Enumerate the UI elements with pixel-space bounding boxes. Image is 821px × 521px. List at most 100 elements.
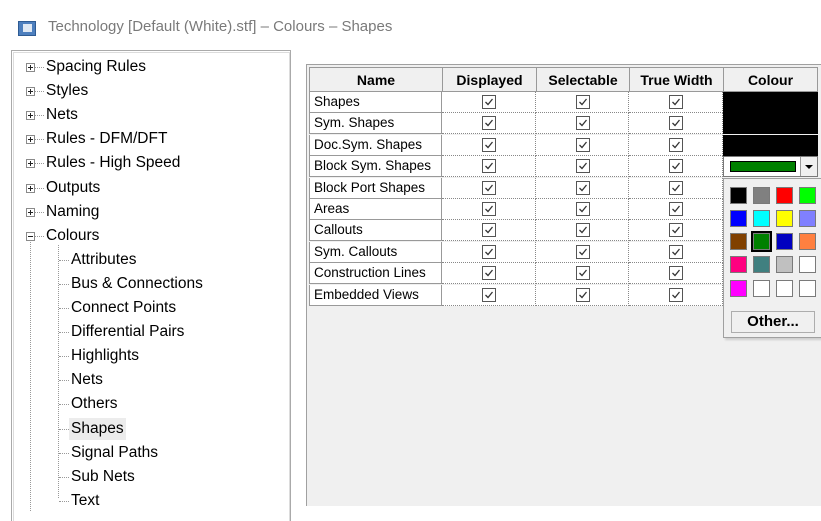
row-name-cell[interactable]: Block Sym. Shapes [309, 156, 442, 178]
palette-swatch[interactable] [730, 186, 747, 204]
tree-item-colours-child[interactable]: Bus & Connections [71, 273, 203, 295]
dropdown-arrow-icon[interactable] [800, 157, 817, 177]
palette-swatch[interactable] [753, 256, 770, 274]
true-width-checkbox[interactable] [669, 137, 683, 152]
selectable-checkbox[interactable] [576, 180, 590, 195]
expand-icon[interactable] [26, 159, 35, 169]
row-name-cell[interactable]: Shapes [309, 92, 442, 113]
displayed-checkbox[interactable] [482, 202, 496, 216]
selectable-checkbox[interactable] [576, 244, 590, 259]
palette-swatch[interactable] [730, 233, 747, 251]
true-width-checkbox[interactable] [669, 116, 683, 131]
tree-item-colours-child[interactable]: Nets [71, 369, 103, 391]
palette-swatch[interactable] [753, 209, 770, 227]
tree-item-colours-child[interactable]: Others [71, 393, 118, 415]
palette-swatch[interactable] [776, 279, 793, 297]
palette-swatch[interactable] [799, 256, 816, 274]
row-name-cell[interactable]: Construction Lines [309, 263, 442, 285]
row-name-cell[interactable]: Areas [309, 199, 442, 220]
tree-item[interactable]: Rules - DFM/DFT [46, 128, 167, 150]
selectable-checkbox[interactable] [576, 159, 590, 174]
palette-swatch[interactable] [776, 186, 793, 204]
palette-swatch[interactable] [776, 233, 793, 251]
true-width-checkbox[interactable] [669, 95, 683, 109]
palette-swatch[interactable] [730, 256, 747, 274]
true-width-checkbox[interactable] [669, 180, 683, 195]
displayed-checkbox[interactable] [482, 223, 496, 238]
tree-item-colours-child[interactable]: Connect Points [71, 297, 176, 319]
colour-swatch-cell[interactable] [723, 113, 818, 135]
palette-swatch[interactable] [776, 209, 793, 227]
palette-swatch[interactable] [753, 279, 770, 297]
true-width-checkbox[interactable] [669, 287, 683, 302]
tree-item-colours-child[interactable]: Differential Pairs [71, 321, 184, 343]
row-name-cell[interactable]: Sym. Shapes [309, 113, 442, 135]
tree-item[interactable]: Spacing Rules [46, 56, 146, 78]
expand-icon[interactable] [26, 111, 35, 121]
header-displayed[interactable]: Displayed [442, 67, 537, 92]
colour-combo[interactable] [723, 156, 818, 178]
other-colour-button[interactable]: Other... [731, 310, 815, 333]
palette-swatch[interactable] [799, 209, 816, 227]
palette-swatch[interactable] [799, 186, 816, 204]
true-width-checkbox[interactable] [669, 159, 683, 174]
palette-swatch[interactable] [753, 186, 770, 204]
colour-swatch-cell[interactable] [723, 134, 818, 156]
palette-swatch[interactable] [799, 233, 816, 251]
true-width-checkbox[interactable] [669, 266, 683, 281]
palette-swatch[interactable] [730, 209, 747, 227]
tree-item-colours-child[interactable]: Highlights [71, 345, 139, 367]
row-name-cell[interactable]: Callouts [309, 220, 442, 242]
displayed-checkbox[interactable] [482, 116, 496, 131]
palette-swatch[interactable] [776, 256, 793, 274]
selectable-checkbox[interactable] [576, 95, 590, 109]
selectable-checkbox[interactable] [576, 202, 590, 216]
tree-item-colours-child[interactable]: Text [71, 490, 99, 512]
selectable-checkbox[interactable] [576, 116, 590, 131]
palette-swatch[interactable] [751, 231, 772, 253]
expand-icon[interactable] [26, 87, 35, 97]
displayed-checkbox[interactable] [482, 287, 496, 302]
expand-icon[interactable] [26, 63, 35, 72]
selectable-checkbox[interactable] [576, 137, 590, 152]
tree-item-colours-child[interactable]: Sub Nets [71, 466, 135, 488]
tree-item[interactable]: Outputs [46, 177, 100, 199]
tree-item-colours-child[interactable]: Signal Paths [71, 442, 158, 464]
palette-swatch[interactable] [730, 279, 747, 297]
tree-item-colours-child[interactable]: Attributes [71, 249, 136, 271]
header-name[interactable]: Name [309, 67, 443, 92]
selectable-checkbox[interactable] [576, 266, 590, 281]
row-name-cell[interactable]: Block Port Shapes [309, 177, 442, 199]
true-width-checkbox[interactable] [669, 202, 683, 216]
collapse-icon[interactable] [26, 231, 35, 241]
expand-icon[interactable] [26, 183, 35, 193]
row-name-cell[interactable]: Sym. Callouts [309, 241, 442, 263]
header-selectable[interactable]: Selectable [536, 67, 630, 92]
expand-icon[interactable] [26, 207, 35, 217]
displayed-checkbox[interactable] [482, 180, 496, 195]
displayed-checkbox[interactable] [482, 137, 496, 152]
selectable-checkbox[interactable] [576, 287, 590, 302]
header-colour[interactable]: Colour [723, 67, 818, 92]
tree-item[interactable]: Styles [46, 80, 88, 102]
grid-row: Doc.Sym. Shapes [309, 134, 818, 156]
tree-item[interactable]: Colours [46, 225, 99, 247]
displayed-checkbox[interactable] [482, 159, 496, 174]
displayed-checkbox[interactable] [482, 95, 496, 109]
header-true-width[interactable]: True Width [629, 67, 724, 92]
row-name-cell[interactable]: Doc.Sym. Shapes [309, 134, 442, 156]
palette-swatch[interactable] [799, 279, 816, 297]
displayed-checkbox[interactable] [482, 266, 496, 281]
tree-item[interactable]: Naming [46, 201, 99, 223]
true-width-checkbox[interactable] [669, 223, 683, 238]
tree-item-colours-child[interactable]: Shapes [69, 417, 126, 440]
expand-icon[interactable] [26, 135, 35, 145]
colour-swatch-cell[interactable] [723, 92, 818, 113]
technology-tree[interactable]: Spacing Rules Styles Nets Rules - DFM/DFT Ru… [11, 50, 291, 521]
true-width-checkbox[interactable] [669, 244, 683, 259]
tree-item[interactable]: Nets [46, 104, 78, 126]
row-name-cell[interactable]: Embedded Views [309, 284, 442, 306]
selectable-checkbox[interactable] [576, 223, 590, 238]
tree-item[interactable]: Rules - High Speed [46, 152, 180, 174]
displayed-checkbox[interactable] [482, 244, 496, 259]
